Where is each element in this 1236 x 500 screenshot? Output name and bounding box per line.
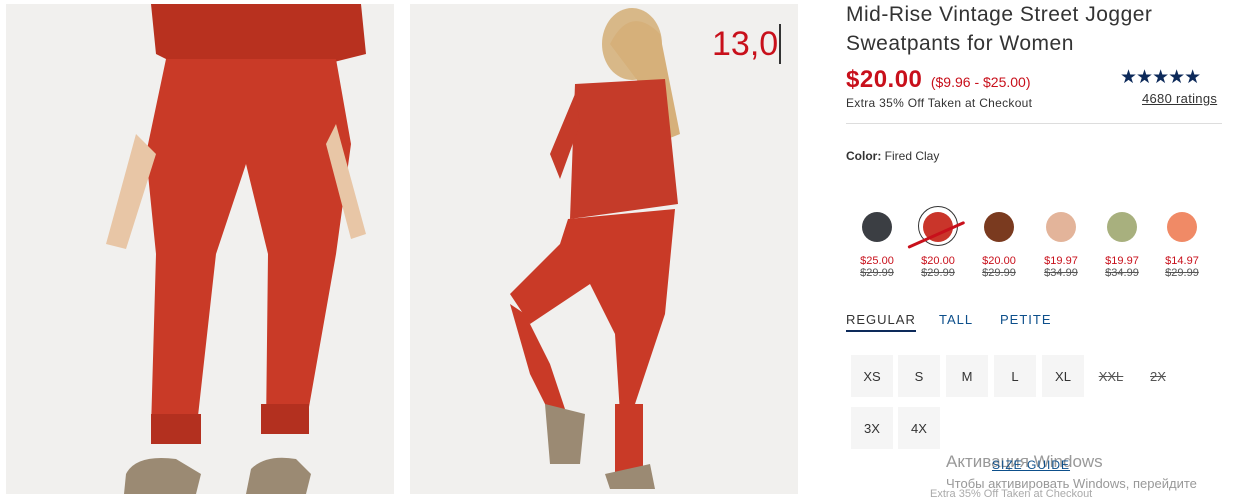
swatch-4[interactable]: $19.97 $34.99 bbox=[1094, 206, 1150, 279]
product-image-front[interactable] bbox=[6, 4, 394, 494]
product-title: Mid-Rise Vintage Street Jogger Sweatpant… bbox=[846, 3, 1153, 55]
size-4x[interactable]: 4X bbox=[898, 407, 940, 449]
swatch-color bbox=[1046, 212, 1076, 242]
swatch-original-price: $29.99 bbox=[921, 267, 955, 279]
swatch-color bbox=[862, 212, 892, 242]
size-xs[interactable]: XS bbox=[851, 355, 893, 397]
color-label-value: Fired Clay bbox=[884, 149, 940, 163]
color-label-key: Color: bbox=[846, 149, 882, 163]
tab-tall[interactable]: TALL bbox=[939, 312, 973, 327]
swatch-original-price: $34.99 bbox=[1105, 267, 1139, 279]
swatch-sale-price: $25.00 bbox=[860, 255, 894, 267]
size-m[interactable]: M bbox=[946, 355, 988, 397]
color-label: Color: Fired Clay bbox=[846, 149, 939, 163]
size-3x[interactable]: 3X bbox=[851, 407, 893, 449]
tab-petite[interactable]: PETITE bbox=[1000, 312, 1052, 327]
swatch-sale-price: $20.00 bbox=[982, 255, 1016, 267]
swatch-original-price: $29.99 bbox=[860, 267, 894, 279]
product-photo-front bbox=[6, 4, 394, 494]
promo-text-cutoff: Extra 35% Off Taken at Checkout bbox=[930, 488, 1093, 500]
swatch-original-price: $34.99 bbox=[1044, 267, 1078, 279]
typed-text-overlay[interactable]: 13,0 bbox=[712, 24, 782, 64]
size-l[interactable]: L bbox=[994, 355, 1036, 397]
product-photo-back bbox=[410, 4, 798, 494]
swatch-sale-price: $19.97 bbox=[1105, 255, 1139, 267]
divider bbox=[846, 123, 1222, 124]
rating-stars-icon[interactable]: ★★★★★ bbox=[1120, 66, 1201, 89]
size-guide-link[interactable]: SIZE GUIDE bbox=[992, 458, 1070, 472]
swatch-sale-price: $14.97 bbox=[1165, 255, 1199, 267]
price-range: ($9.96 - $25.00) bbox=[930, 74, 1031, 90]
size-s[interactable]: S bbox=[898, 355, 940, 397]
price-row: $20.00 ($9.96 - $25.00) bbox=[846, 66, 1030, 94]
swatch-sale-price: $19.97 bbox=[1044, 255, 1078, 267]
swatch-color bbox=[984, 212, 1014, 242]
ratings-link[interactable]: 4680 ratings bbox=[1142, 91, 1217, 106]
swatch-0[interactable]: $25.00 $29.99 bbox=[849, 206, 905, 279]
swatch-5[interactable]: $14.97 $29.99 bbox=[1154, 206, 1210, 279]
sale-price: $20.00 bbox=[846, 66, 923, 93]
swatch-original-price: $29.99 bbox=[1165, 267, 1199, 279]
swatch-original-price: $29.99 bbox=[982, 267, 1016, 279]
swatch-color bbox=[1107, 212, 1137, 242]
tab-regular[interactable]: REGULAR bbox=[846, 312, 916, 332]
swatch-2[interactable]: $20.00 $29.99 bbox=[971, 206, 1027, 279]
size-2x[interactable]: 2X bbox=[1137, 355, 1179, 397]
promo-text: Extra 35% Off Taken at Checkout bbox=[846, 96, 1033, 110]
swatch-3[interactable]: $19.97 $34.99 bbox=[1033, 206, 1089, 279]
swatch-sale-price: $20.00 bbox=[921, 255, 955, 267]
product-image-back[interactable]: 13,0 bbox=[410, 4, 798, 494]
size-xxl[interactable]: XXL bbox=[1090, 355, 1132, 397]
swatch-color bbox=[1167, 212, 1197, 242]
size-xl[interactable]: XL bbox=[1042, 355, 1084, 397]
